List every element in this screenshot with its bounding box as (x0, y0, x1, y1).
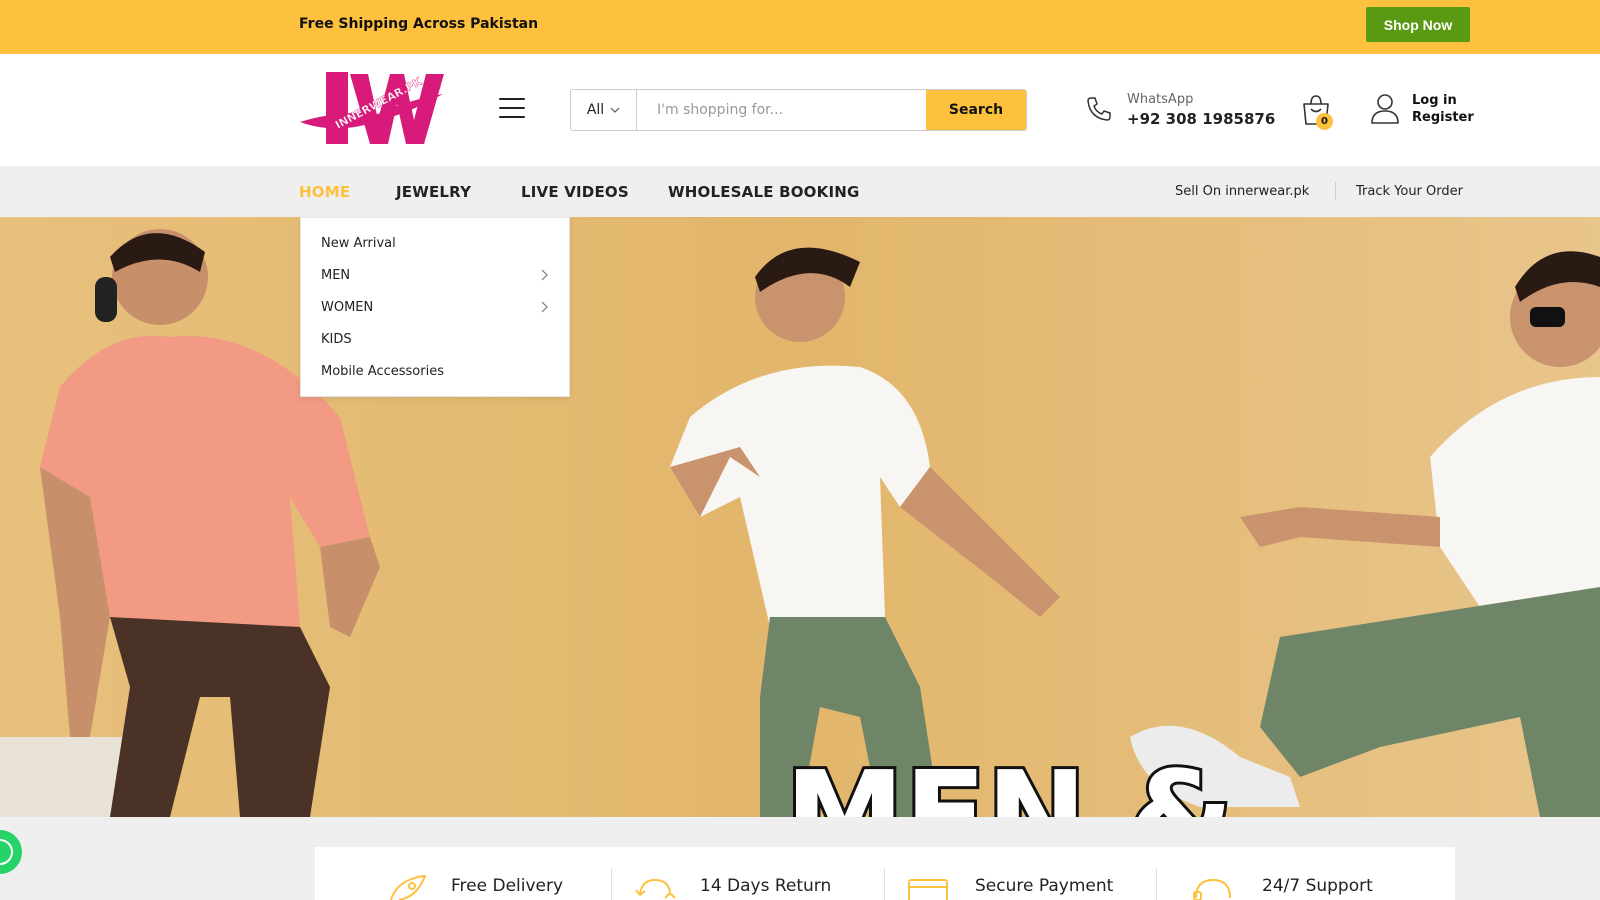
hero-banner[interactable]: MEN & (0, 217, 1600, 817)
chevron-down-icon (610, 107, 620, 113)
nav-live-videos[interactable]: LIVE VIDEOS (521, 183, 629, 201)
nav-home[interactable]: HOME (299, 183, 350, 201)
track-order-link[interactable]: Track Your Order (1356, 184, 1463, 199)
phone-icon (1087, 97, 1111, 121)
sell-on-link[interactable]: Sell On innerwear.pk (1175, 184, 1309, 199)
chevron-right-icon (541, 301, 548, 313)
whatsapp-label: WhatsApp (1127, 92, 1194, 107)
site-header: INNERWEAR.PK All Search WhatsApp +92 308… (0, 54, 1600, 166)
nav-wholesale-booking[interactable]: WHOLESALE BOOKING (668, 183, 860, 201)
feature-divider (884, 868, 885, 900)
dropdown-item-men[interactable]: MEN (321, 268, 350, 283)
feature-free-delivery: Free Delivery (451, 876, 564, 896)
chevron-right-icon (541, 269, 548, 281)
hamburger-icon[interactable] (499, 98, 525, 118)
shop-now-button[interactable]: Shop Now (1366, 7, 1470, 42)
site-logo[interactable]: INNERWEAR.PK (298, 70, 448, 150)
main-nav: HOME JEWELRY LIVE VIDEOS WHOLESALE BOOKI… (0, 166, 1600, 217)
login-link[interactable]: Log in (1412, 93, 1457, 108)
feature-secure-payment: Secure Payment (975, 876, 1114, 896)
search-category-select[interactable]: All (571, 90, 637, 130)
card-icon (908, 879, 948, 900)
feature-14-days-return: 14 Days Return (700, 876, 832, 896)
hero-title: MEN & (785, 747, 1233, 817)
feature-divider (1156, 868, 1157, 900)
cart-count-badge: 0 (1316, 113, 1333, 130)
rocket-icon (390, 874, 427, 900)
support-icon (1193, 878, 1231, 900)
search-button[interactable]: Search (926, 90, 1026, 130)
nav-jewelry[interactable]: JEWELRY (396, 183, 471, 201)
feature-divider (611, 868, 612, 900)
whatsapp-number[interactable]: +92 308 1985876 (1127, 110, 1275, 128)
search-input[interactable] (637, 90, 926, 130)
top-promo-bar: Free Shipping Across Pakistan Shop Now (0, 0, 1600, 54)
free-shipping-text: Free Shipping Across Pakistan (299, 16, 539, 32)
user-icon[interactable] (1370, 92, 1400, 124)
dropdown-item-mobile-accessories[interactable]: Mobile Accessories (321, 364, 444, 379)
register-link[interactable]: Register (1412, 110, 1474, 125)
return-icon (635, 878, 676, 899)
nav-divider (1335, 182, 1336, 200)
feature-24-7-support: 24/7 Support (1262, 876, 1373, 896)
dropdown-item-kids[interactable]: KIDS (321, 332, 352, 347)
hero-illustration: MEN & (0, 217, 1600, 817)
home-dropdown-menu: New Arrival MEN WOMEN KIDS Mobile Access… (300, 217, 570, 397)
dropdown-item-women[interactable]: WOMEN (321, 300, 373, 315)
whatsapp-icon[interactable] (0, 830, 22, 874)
dropdown-item-new-arrival[interactable]: New Arrival (321, 236, 396, 251)
search-bar: All Search (570, 89, 1027, 131)
search-category-label: All (586, 102, 605, 118)
